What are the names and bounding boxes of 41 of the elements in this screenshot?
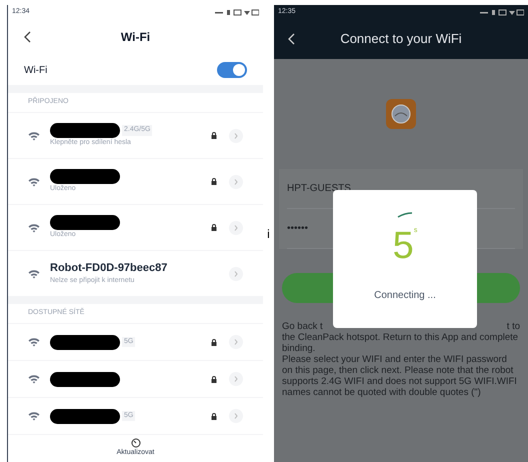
- refresh-icon: [130, 438, 140, 448]
- wifi-label: Wi-Fi: [24, 64, 48, 78]
- wifi-icon: [28, 130, 40, 140]
- back-button[interactable]: [24, 31, 31, 43]
- wifi-icon: [28, 337, 40, 347]
- details-button[interactable]: [229, 128, 243, 142]
- instruction-text: Go back t: [282, 321, 323, 332]
- chevron-right-icon: [234, 132, 238, 138]
- wifi-icon: [28, 222, 40, 232]
- chevron-right-icon: [234, 178, 238, 184]
- chevron-left-icon: [288, 33, 295, 45]
- instruction-text: t to: [506, 321, 520, 332]
- page-title: Connect to your WiFi: [340, 30, 462, 48]
- instruction-text: the CleanPack hotspot. Return to this App and complete binding.: [282, 332, 520, 354]
- instruction-note: Please select your WIFI and enter the WIFI password on this page, then click next. Please note that the robot supports 2.4G WIFI and does not support 5G WIFI.WIFI names cannot be quoted with double quotes ("): [282, 354, 518, 398]
- wifi-icon: [28, 176, 40, 186]
- details-button[interactable]: [229, 174, 243, 188]
- details-button[interactable]: [229, 409, 243, 423]
- details-button[interactable]: [229, 372, 243, 386]
- chevron-right-icon: [234, 270, 238, 276]
- chevron-right-icon: [234, 413, 238, 419]
- wifi-icon: [28, 268, 40, 278]
- dialog-message: Connecting ...: [374, 289, 436, 303]
- wifi-toggle[interactable]: [217, 62, 247, 78]
- chevron-right-icon: [234, 224, 238, 230]
- status-icons: [480, 8, 524, 16]
- chevron-right-icon: [234, 339, 238, 345]
- page-title: Wi-Fi: [120, 29, 150, 46]
- details-button[interactable]: [229, 266, 243, 280]
- network-name: Robot-FD0D-97beec87: [50, 261, 168, 276]
- app-logo-icon: [386, 99, 416, 129]
- details-button[interactable]: [229, 335, 243, 349]
- details-button[interactable]: [229, 220, 243, 234]
- wifi-icon: [28, 411, 40, 421]
- stray-character: i: [267, 226, 270, 242]
- chevron-right-icon: [234, 376, 238, 382]
- chevron-left-icon: [24, 31, 31, 43]
- spinner-icon: [397, 212, 413, 218]
- wifi-icon: [28, 374, 40, 384]
- countdown-number: 5: [392, 226, 414, 266]
- status-icons: [215, 8, 259, 16]
